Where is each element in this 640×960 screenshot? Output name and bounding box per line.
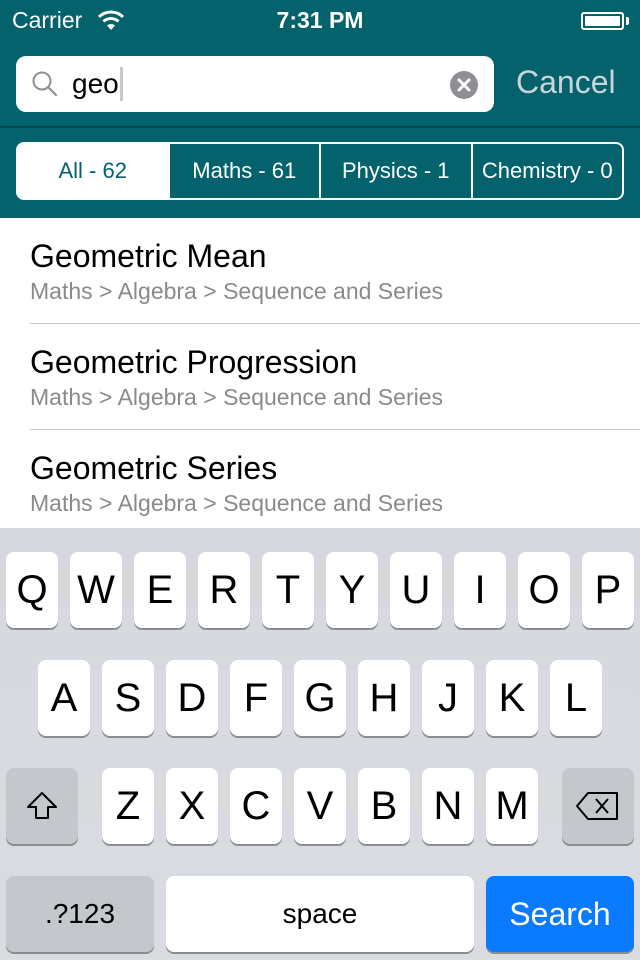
search-key[interactable]: Search xyxy=(486,876,634,952)
filter-all[interactable]: All - 62 xyxy=(18,144,168,198)
result-item[interactable]: Geometric Series Maths > Algebra > Seque… xyxy=(0,430,640,536)
key-f[interactable]: F xyxy=(230,660,282,736)
key-p[interactable]: P xyxy=(582,552,634,628)
delete-key[interactable] xyxy=(562,768,634,844)
filter-maths[interactable]: Maths - 61 xyxy=(167,144,320,198)
key-j[interactable]: J xyxy=(422,660,474,736)
key-q[interactable]: Q xyxy=(6,552,58,628)
status-bar: Carrier 7:31 PM xyxy=(0,0,640,40)
key-o[interactable]: O xyxy=(518,552,570,628)
battery-tip xyxy=(626,17,629,25)
key-z[interactable]: Z xyxy=(102,768,154,844)
search-input-value[interactable]: geo xyxy=(72,66,123,101)
delete-icon xyxy=(576,792,618,820)
key-t[interactable]: T xyxy=(262,552,314,628)
search-input[interactable]: geo xyxy=(16,56,494,112)
key-i[interactable]: I xyxy=(454,552,506,628)
search-icon xyxy=(32,71,58,97)
key-x[interactable]: X xyxy=(166,768,218,844)
result-title: Geometric Series xyxy=(30,450,278,486)
header-divider xyxy=(0,126,640,128)
key-g[interactable]: G xyxy=(294,660,346,736)
key-d[interactable]: D xyxy=(166,660,218,736)
key-k[interactable]: K xyxy=(486,660,538,736)
key-r[interactable]: R xyxy=(198,552,250,628)
header: Carrier 7:31 PM geo Cancel All - 62 Math… xyxy=(0,0,640,218)
result-title: Geometric Mean xyxy=(30,238,267,274)
key-n[interactable]: N xyxy=(422,768,474,844)
key-b[interactable]: B xyxy=(358,768,410,844)
clear-button[interactable] xyxy=(450,71,478,99)
cancel-button[interactable]: Cancel xyxy=(516,60,616,104)
battery-icon xyxy=(581,12,624,30)
result-title: Geometric Progression xyxy=(30,344,358,380)
clear-icon xyxy=(457,78,471,92)
key-m[interactable]: M xyxy=(486,768,538,844)
space-key[interactable]: space xyxy=(166,876,474,952)
key-e[interactable]: E xyxy=(134,552,186,628)
key-y[interactable]: Y xyxy=(326,552,378,628)
result-path: Maths > Algebra > Sequence and Series xyxy=(30,384,444,410)
status-time: 7:31 PM xyxy=(276,7,364,33)
numbers-key[interactable]: .?123 xyxy=(6,876,154,952)
key-s[interactable]: S xyxy=(102,660,154,736)
category-filter: All - 62 Maths - 61 Physics - 1 Chemistr… xyxy=(16,142,624,200)
result-item[interactable]: Geometric Mean Maths > Algebra > Sequenc… xyxy=(0,218,640,324)
key-u[interactable]: U xyxy=(390,552,442,628)
key-v[interactable]: V xyxy=(294,768,346,844)
filter-chemistry[interactable]: Chemistry - 0 xyxy=(470,144,623,198)
key-l[interactable]: L xyxy=(550,660,602,736)
result-path: Maths > Algebra > Sequence and Series xyxy=(30,278,444,304)
key-a[interactable]: A xyxy=(38,660,90,736)
result-path: Maths > Algebra > Sequence and Series xyxy=(30,490,444,516)
shift-icon xyxy=(27,792,57,819)
shift-key[interactable] xyxy=(6,768,78,844)
keyboard: Q W E R T Y U I O P A S D F G H J K L Z … xyxy=(0,528,640,960)
result-item[interactable]: Geometric Progression Maths > Algebra > … xyxy=(0,324,640,430)
key-h[interactable]: H xyxy=(358,660,410,736)
text-caret xyxy=(119,66,123,101)
key-c[interactable]: C xyxy=(230,768,282,844)
key-w[interactable]: W xyxy=(70,552,122,628)
results-list: Geometric Mean Maths > Algebra > Sequenc… xyxy=(0,218,640,536)
filter-physics[interactable]: Physics - 1 xyxy=(319,144,471,198)
